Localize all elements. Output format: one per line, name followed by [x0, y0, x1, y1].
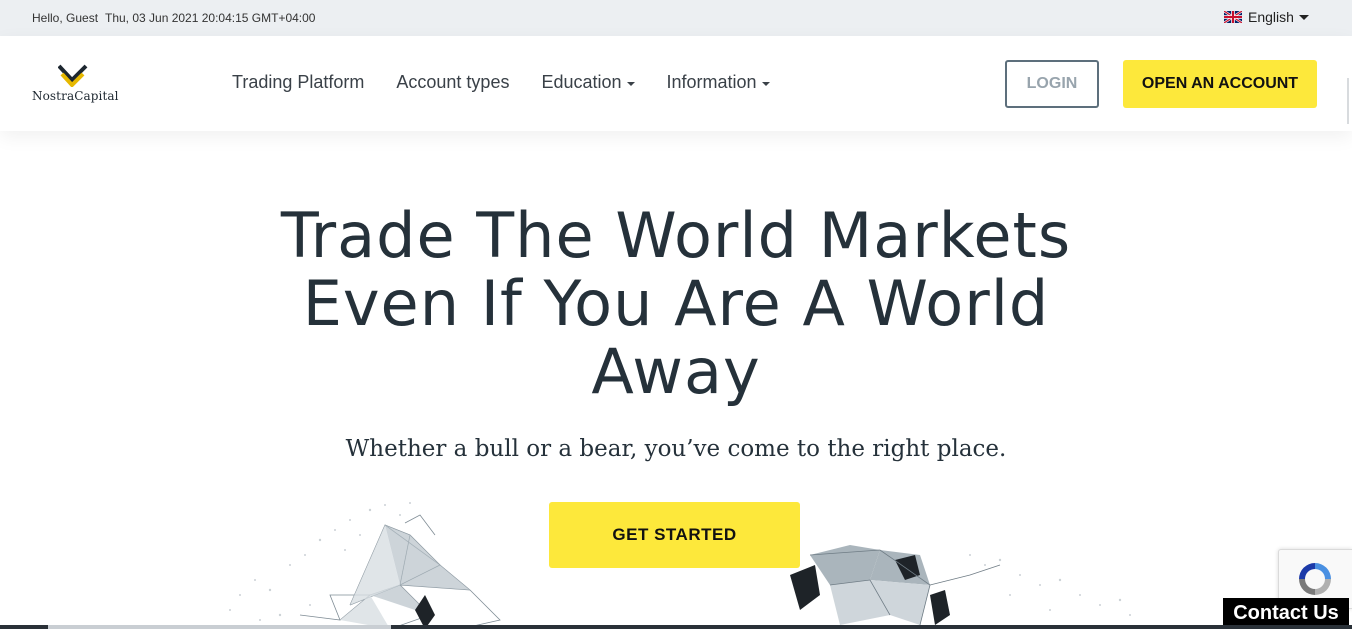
- chevron-down-icon: [761, 81, 770, 86]
- nav-label: Account types: [396, 72, 510, 92]
- hero-subtitle: Whether a bull or a bear, you’ve come to…: [345, 436, 1007, 462]
- chevron-down-icon: [1298, 14, 1309, 20]
- nostracapital-logo[interactable]: NostraCapital: [32, 62, 122, 108]
- nav-information[interactable]: Information: [667, 72, 770, 93]
- uk-flag-icon: [1224, 11, 1242, 23]
- bottom-strip: [0, 625, 1352, 629]
- logo-text: NostraCapital: [32, 89, 119, 103]
- hero-title-line-3: Away: [591, 335, 761, 408]
- main-nav: Trading Platform Account types Education…: [232, 72, 802, 93]
- language-selector[interactable]: English: [1224, 9, 1309, 25]
- nav-education[interactable]: Education: [541, 72, 635, 93]
- bottom-strip-segment: [48, 625, 391, 629]
- site-header: NostraCapital Trading Platform Account t…: [0, 36, 1352, 131]
- nav-account-types[interactable]: Account types: [396, 72, 509, 93]
- greeting-text: Hello, Guest: [32, 11, 99, 25]
- top-bar: Hello, Guest Thu, 03 Jun 2021 20:04:15 G…: [0, 0, 1352, 36]
- hero-title-line-1: Trade The World Markets: [280, 199, 1072, 272]
- bear-illustration: [790, 545, 1131, 626]
- recaptcha-icon: [1299, 563, 1331, 595]
- nav-label: Trading Platform: [232, 72, 365, 92]
- datetime-text: Thu, 03 Jun 2021 20:04:15 GMT+04:00: [105, 11, 316, 25]
- nav-trading-platform[interactable]: Trading Platform: [232, 72, 364, 93]
- hero-title-line-2: Even If You Are A World: [302, 267, 1050, 340]
- hero-title: Trade The World Markets Even If You Are …: [226, 202, 1126, 406]
- logo-mark-icon: [58, 64, 88, 87]
- open-account-button[interactable]: OPEN AN ACCOUNT: [1123, 60, 1317, 108]
- language-label: English: [1248, 9, 1294, 25]
- chevron-down-icon: [626, 81, 635, 86]
- nav-label: Education: [541, 72, 622, 92]
- login-button[interactable]: LOGIN: [1005, 60, 1099, 108]
- bull-illustration: [229, 502, 501, 629]
- get-started-button[interactable]: GET STARTED: [549, 502, 800, 568]
- nav-label: Information: [666, 72, 757, 92]
- header-scrollbar: [1347, 78, 1349, 124]
